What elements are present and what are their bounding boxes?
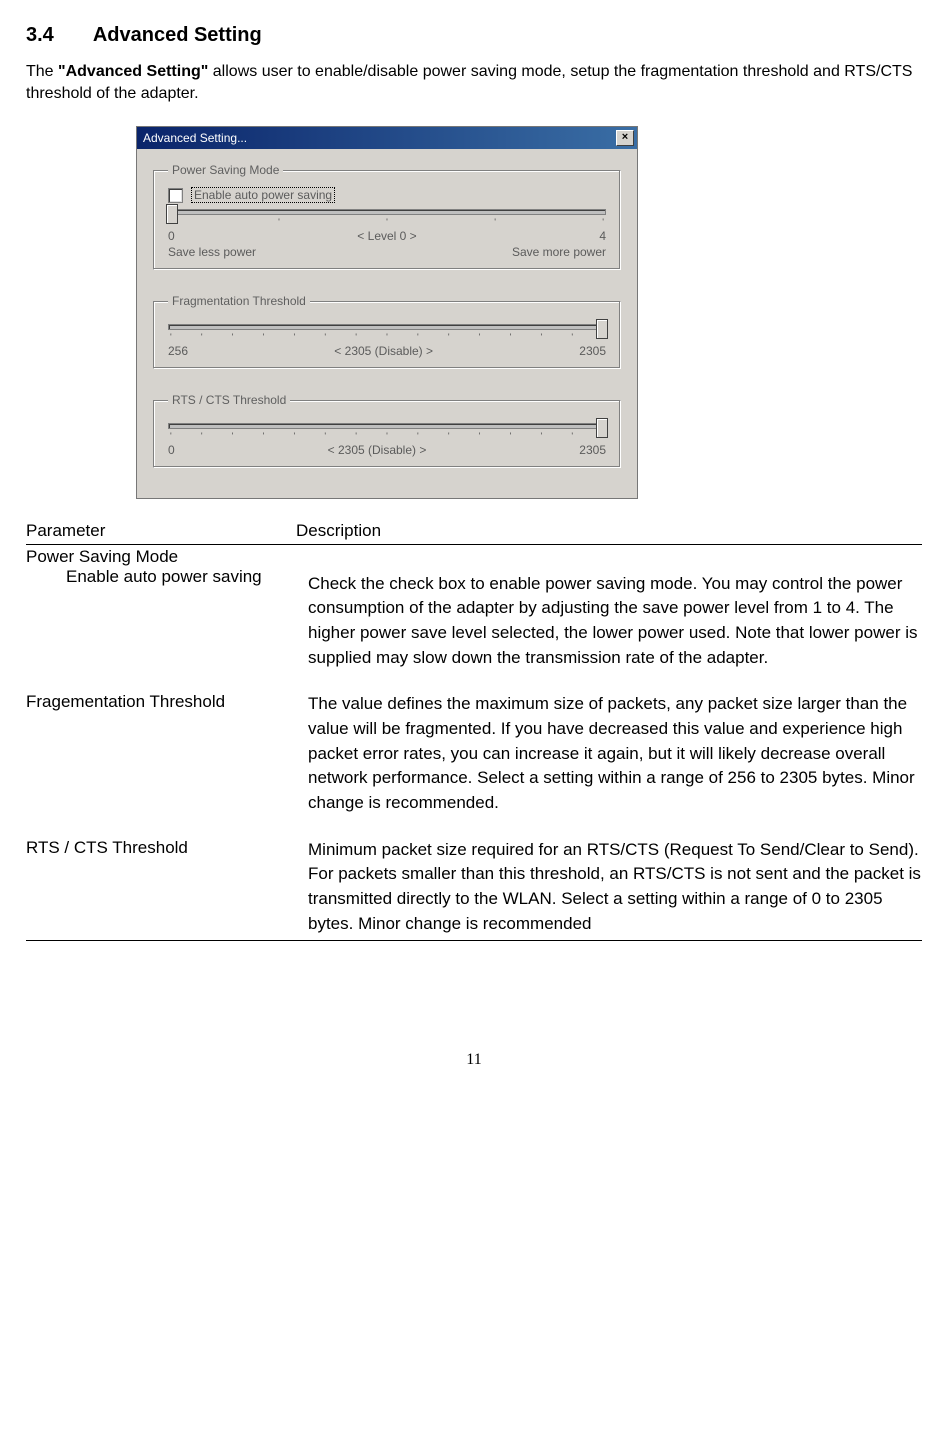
fragmentation-group: Fragmentation Threshold ''''''''''''''' … — [153, 294, 621, 369]
table-header-row: Parameter Description — [26, 521, 922, 545]
slider-thumb-icon[interactable] — [166, 204, 178, 224]
param-fragmentation-threshold: Fragementation Threshold — [26, 692, 308, 815]
fragmentation-slider[interactable] — [168, 324, 606, 330]
header-parameter: Parameter — [26, 521, 296, 541]
rts-ticks: ''''''''''''''' — [168, 431, 606, 441]
power-saving-legend: Power Saving Mode — [168, 163, 283, 177]
power-max: 4 — [599, 229, 606, 243]
dialog-title: Advanced Setting... — [143, 131, 247, 145]
fragmentation-ticks: ''''''''''''''' — [168, 332, 606, 342]
rts-cts-group: RTS / CTS Threshold ''''''''''''''' 0 < … — [153, 393, 621, 468]
power-left-label: Save less power — [168, 245, 256, 259]
rts-legend: RTS / CTS Threshold — [168, 393, 290, 407]
power-level-indicator: < Level 0 > — [175, 229, 600, 243]
desc-rts-cts: Minimum packet size required for an RTS/… — [308, 838, 922, 937]
param-enable-auto-power-saving: Enable auto power saving — [26, 567, 296, 587]
parameter-table: Parameter Description Power Saving Mode … — [26, 521, 922, 941]
fragmentation-legend: Fragmentation Threshold — [168, 294, 310, 308]
power-right-label: Save more power — [512, 245, 606, 259]
power-saving-group: Power Saving Mode Enable auto power savi… — [153, 163, 621, 270]
intro-paragraph: The "Advanced Setting" allows user to en… — [26, 61, 922, 104]
page-number: 11 — [26, 1051, 922, 1069]
slider-thumb-icon[interactable] — [596, 319, 608, 339]
table-row: Power Saving Mode Enable auto power savi… — [26, 547, 922, 670]
intro-bold: "Advanced Setting" — [58, 63, 208, 80]
power-saving-slider[interactable] — [168, 209, 606, 215]
section-title: Advanced Setting — [93, 24, 262, 46]
dialog-title-bar: Advanced Setting... × — [137, 127, 637, 149]
dialog-body: Power Saving Mode Enable auto power savi… — [137, 149, 637, 498]
param-rts-cts-threshold: RTS / CTS Threshold — [26, 838, 308, 937]
slider-thumb-icon[interactable] — [596, 418, 608, 438]
frag-value-indicator: < 2305 (Disable) > — [188, 344, 579, 358]
header-description: Description — [296, 521, 922, 541]
section-heading: 3.4 Advanced Setting — [26, 24, 922, 47]
power-min: 0 — [168, 229, 175, 243]
rts-min: 0 — [168, 443, 175, 457]
param-power-saving-mode: Power Saving Mode — [26, 547, 296, 567]
rts-slider[interactable] — [168, 423, 606, 429]
advanced-setting-dialog: Advanced Setting... × Power Saving Mode … — [136, 126, 638, 499]
table-row: Fragementation Threshold The value defin… — [26, 692, 922, 815]
power-saving-ticks: ''''' — [168, 217, 606, 227]
intro-pre: The — [26, 63, 58, 80]
enable-power-saving-checkbox[interactable] — [168, 188, 183, 203]
close-icon[interactable]: × — [616, 130, 634, 146]
section-number: 3.4 — [26, 24, 88, 47]
desc-fragmentation: The value defines the maximum size of pa… — [308, 692, 922, 815]
table-row: RTS / CTS Threshold Minimum packet size … — [26, 838, 922, 937]
frag-min: 256 — [168, 344, 188, 358]
desc-power-saving: Check the check box to enable power savi… — [308, 574, 918, 667]
rts-max: 2305 — [579, 443, 606, 457]
rts-value-indicator: < 2305 (Disable) > — [175, 443, 580, 457]
enable-power-saving-label: Enable auto power saving — [191, 187, 335, 203]
frag-max: 2305 — [579, 344, 606, 358]
